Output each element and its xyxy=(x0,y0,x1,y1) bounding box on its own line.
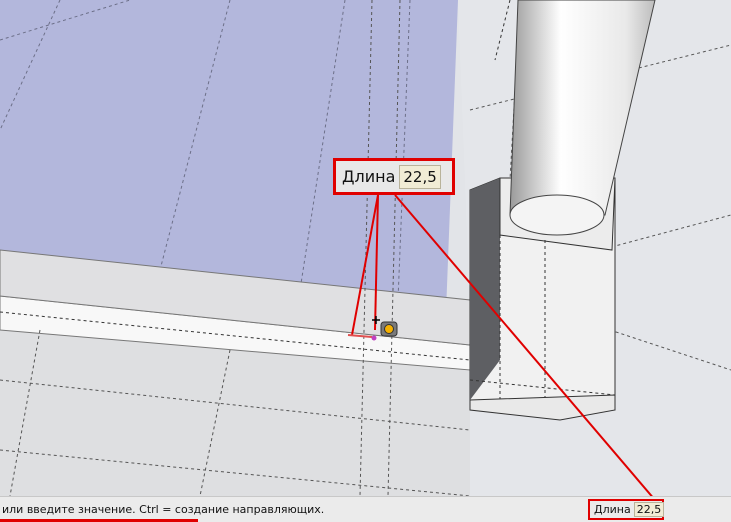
measure-tooltip: Длина 22,5 xyxy=(333,158,455,195)
vcb-label: Длина xyxy=(594,503,631,516)
value-control-box[interactable]: Длина 22,5 xyxy=(588,499,665,520)
3d-viewport[interactable]: Длина 22,5 xyxy=(0,0,731,496)
tooltip-label: Длина xyxy=(342,167,396,186)
snap-point xyxy=(371,335,377,341)
status-hint: или введите значение. Ctrl = создание на… xyxy=(2,503,325,516)
vcb-input[interactable]: 22,5 xyxy=(633,502,665,517)
tooltip-value: 22,5 xyxy=(399,164,441,189)
scene-drawing xyxy=(0,0,731,496)
status-bar: или введите значение. Ctrl = создание на… xyxy=(0,496,731,522)
